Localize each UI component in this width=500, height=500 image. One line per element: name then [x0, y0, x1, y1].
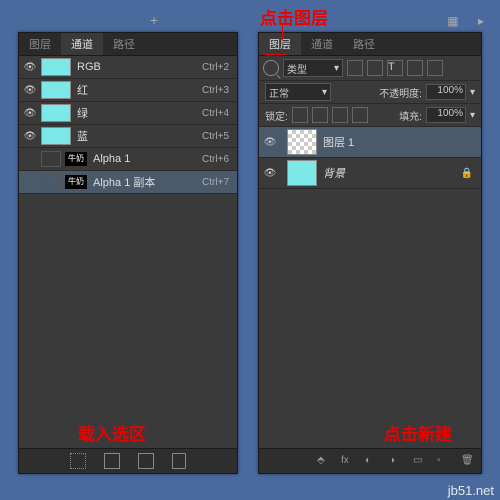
- lock-position-icon[interactable]: [332, 107, 348, 123]
- channel-row[interactable]: 👁 红Ctrl+3: [19, 79, 237, 102]
- layer-row[interactable]: 👁 背景 🔒: [259, 158, 481, 189]
- tab-layers[interactable]: 图层: [19, 33, 61, 55]
- lock-fill-row: 锁定: 填充: 100% ▾: [259, 104, 481, 127]
- visibility-icon[interactable]: 👁: [19, 62, 41, 73]
- visibility-icon[interactable]: 👁: [19, 85, 41, 96]
- adjustment-icon[interactable]: ◑: [389, 455, 401, 467]
- layer-thumb: [287, 160, 317, 186]
- annotation-click-new: 点击新建: [384, 420, 452, 445]
- tab-channels[interactable]: 通道: [61, 33, 103, 55]
- selection-box: [41, 151, 61, 167]
- filter-smart-icon[interactable]: [427, 60, 443, 76]
- channel-name: Alpha 1 副本: [93, 174, 202, 190]
- channel-swatch: [41, 81, 71, 99]
- layer-row[interactable]: 👁 图层 1: [259, 127, 481, 158]
- lock-label: 锁定:: [265, 108, 288, 123]
- chevron-down-icon: ▾: [334, 63, 339, 74]
- channel-shortcut: Ctrl+2: [202, 62, 229, 73]
- new-layer-icon[interactable]: ▫: [437, 455, 449, 467]
- alpha-thumb: 牛奶: [65, 175, 87, 189]
- channel-swatch: [41, 58, 71, 76]
- annotation-line: [264, 54, 286, 55]
- layers-footer: ⬘ fx ◐ ◑ ▭ ▫ 🗑: [259, 448, 481, 473]
- new-channel-icon[interactable]: [138, 453, 154, 469]
- top-toolbar-icons: ▦ ▸: [447, 14, 492, 28]
- filter-type-icon[interactable]: T: [387, 60, 403, 76]
- channel-name: 蓝: [77, 128, 202, 144]
- channel-row[interactable]: 牛奶 Alpha 1 副本Ctrl+7: [19, 171, 237, 194]
- channels-panel: 图层 通道 路径 👁 RGBCtrl+2 👁 红Ctrl+3 👁 绿Ctrl+4 👁 蓝…: [18, 32, 238, 474]
- annotation-click-layer: 点击图层: [260, 4, 328, 29]
- channel-name: 绿: [77, 105, 202, 121]
- chevron-down-icon[interactable]: ▾: [470, 87, 475, 98]
- fx-icon[interactable]: fx: [341, 455, 353, 467]
- channels-footer: [19, 448, 237, 473]
- layer-thumb: [287, 129, 317, 155]
- lock-all-icon[interactable]: [352, 107, 368, 123]
- layer-name: 背景: [323, 165, 345, 181]
- layer-name: 图层 1: [323, 134, 354, 150]
- link-icon[interactable]: ⬘: [317, 455, 329, 467]
- save-selection-icon[interactable]: [104, 453, 120, 469]
- channel-swatch: [41, 127, 71, 145]
- add-icon[interactable]: +: [150, 12, 158, 28]
- tab-bar: 图层 通道 路径: [19, 33, 237, 56]
- blend-mode-select[interactable]: 正常 ▾: [265, 83, 331, 101]
- tab-paths[interactable]: 路径: [343, 33, 385, 55]
- tab-paths[interactable]: 路径: [103, 33, 145, 55]
- watermark: jb51.net: [448, 483, 494, 498]
- filter-pixel-icon[interactable]: [347, 60, 363, 76]
- lock-pixels-icon[interactable]: [312, 107, 328, 123]
- tab-channels[interactable]: 通道: [301, 33, 343, 55]
- channel-shortcut: Ctrl+6: [202, 154, 229, 165]
- search-icon[interactable]: [263, 60, 279, 76]
- group-icon[interactable]: ▭: [413, 455, 425, 467]
- filter-adjust-icon[interactable]: [367, 60, 383, 76]
- channel-shortcut: Ctrl+3: [202, 85, 229, 96]
- tab-layers[interactable]: 图层: [259, 33, 301, 55]
- delete-icon[interactable]: [172, 453, 186, 469]
- opacity-label: 不透明度:: [379, 85, 422, 100]
- alpha-thumb: 牛奶: [65, 152, 87, 166]
- mask-icon[interactable]: ◐: [365, 455, 377, 467]
- lock-icon: 🔒: [461, 168, 473, 179]
- fill-field[interactable]: 100%: [426, 107, 466, 123]
- layer-list: 👁 图层 1 👁 背景 🔒: [259, 127, 481, 189]
- opacity-field[interactable]: 100%: [426, 84, 466, 100]
- annotation-load-selection: 载入选区: [78, 420, 146, 445]
- filter-label: 类型: [287, 61, 307, 76]
- channel-swatch: [41, 104, 71, 122]
- channel-name: RGB: [77, 61, 202, 73]
- chevron-down-icon[interactable]: ▾: [470, 110, 475, 121]
- fill-label: 填充:: [399, 108, 422, 123]
- layer-filter-row: 类型 ▾ T: [259, 56, 481, 81]
- layers-panel: 图层 通道 路径 类型 ▾ T 正常 ▾ 不透明度: 100% ▾ 锁定: 填充: …: [258, 32, 482, 474]
- filter-type-select[interactable]: 类型 ▾: [283, 59, 343, 77]
- tab-bar: 图层 通道 路径: [259, 33, 481, 56]
- blend-opacity-row: 正常 ▾ 不透明度: 100% ▾: [259, 81, 481, 104]
- load-selection-icon[interactable]: [70, 453, 86, 469]
- channel-shortcut: Ctrl+7: [202, 177, 229, 188]
- channel-row[interactable]: 👁 蓝Ctrl+5: [19, 125, 237, 148]
- visibility-icon[interactable]: 👁: [259, 137, 281, 148]
- filter-shape-icon[interactable]: [407, 60, 423, 76]
- channel-row[interactable]: 👁 RGBCtrl+2: [19, 56, 237, 79]
- channel-shortcut: Ctrl+5: [202, 131, 229, 142]
- lock-transparent-icon[interactable]: [292, 107, 308, 123]
- visibility-icon[interactable]: 👁: [259, 168, 281, 179]
- channel-name: 红: [77, 82, 202, 98]
- visibility-icon[interactable]: 👁: [19, 108, 41, 119]
- chevron-down-icon: ▾: [322, 87, 327, 98]
- channel-row[interactable]: 牛奶 Alpha 1Ctrl+6: [19, 148, 237, 171]
- channel-name: Alpha 1: [93, 153, 202, 165]
- visibility-icon[interactable]: 👁: [19, 131, 41, 142]
- channel-row[interactable]: 👁 绿Ctrl+4: [19, 102, 237, 125]
- blend-mode-label: 正常: [269, 85, 289, 100]
- channel-list: 👁 RGBCtrl+2 👁 红Ctrl+3 👁 绿Ctrl+4 👁 蓝Ctrl+5 牛奶…: [19, 56, 237, 194]
- selection-box: [41, 174, 61, 190]
- delete-icon[interactable]: 🗑: [461, 455, 473, 467]
- channel-shortcut: Ctrl+4: [202, 108, 229, 119]
